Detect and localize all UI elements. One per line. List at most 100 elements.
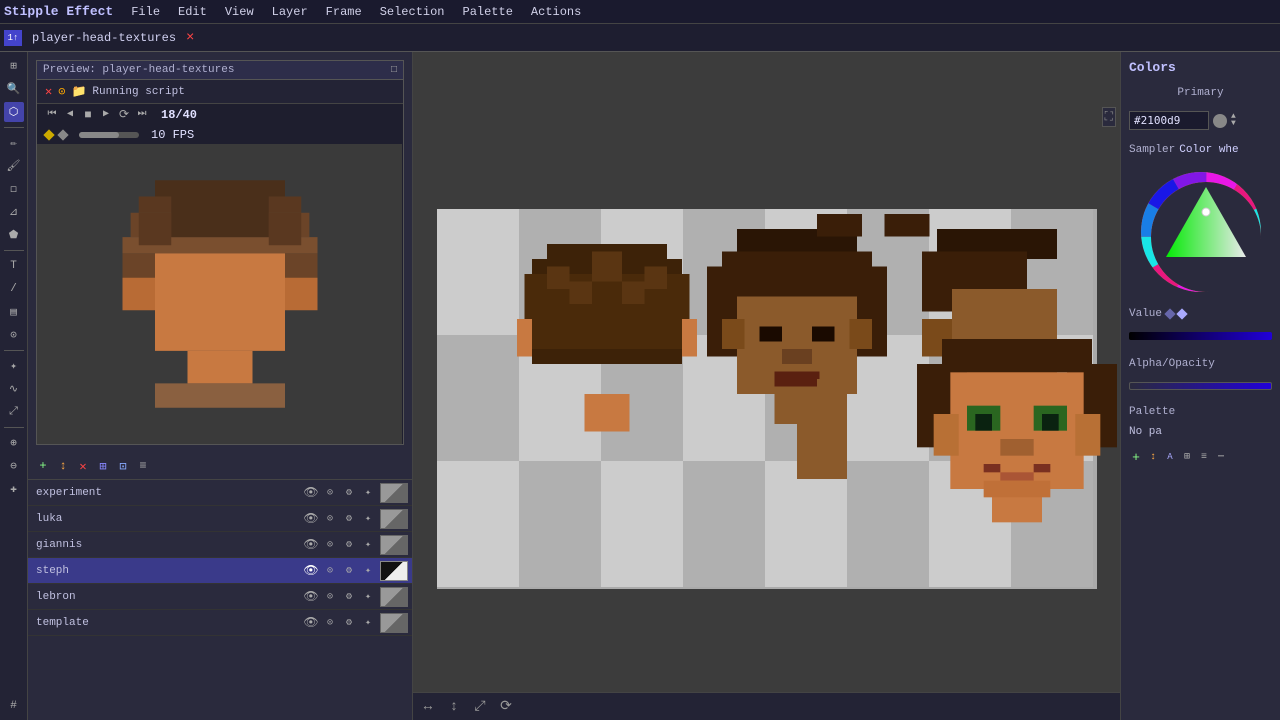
layer-vis-experiment[interactable]: 👁 bbox=[303, 485, 319, 501]
palette-dots-btn[interactable]: ⋯ bbox=[1214, 450, 1228, 464]
script-x-icon[interactable]: ✕ bbox=[45, 84, 52, 99]
layer-lock-giannis[interactable]: ⚙ bbox=[341, 537, 357, 553]
fps-slider[interactable] bbox=[79, 132, 139, 138]
layer-vis-lebron[interactable]: 👁 bbox=[303, 589, 319, 605]
color-hex-input[interactable] bbox=[1129, 111, 1209, 130]
main-canvas[interactable] bbox=[437, 209, 1097, 589]
color-arrow-down[interactable]: ▼ bbox=[1231, 121, 1236, 127]
menu-frame[interactable]: Frame bbox=[318, 3, 370, 21]
playback-first[interactable]: ⏮ bbox=[45, 108, 59, 122]
tool-eyedropper[interactable]: ⊙ bbox=[4, 325, 24, 345]
layer-link-giannis[interactable]: ⊙ bbox=[322, 537, 338, 553]
layer-vis-giannis[interactable]: 👁 bbox=[303, 537, 319, 553]
canvas-action-flipv[interactable]: ↕ bbox=[445, 698, 463, 716]
canvas-wrapper[interactable] bbox=[413, 107, 1120, 690]
tool-cross[interactable]: ✚ bbox=[4, 479, 24, 499]
tool-transform[interactable]: ⤢ bbox=[4, 402, 24, 422]
layer-add-button[interactable]: + bbox=[36, 459, 50, 473]
tool-brush[interactable]: 🖌 bbox=[4, 156, 24, 176]
palette-list-btn[interactable]: ≡ bbox=[1197, 450, 1211, 464]
layer-vis-steph[interactable]: 👁 bbox=[303, 563, 319, 579]
menu-selection[interactable]: Selection bbox=[372, 3, 453, 21]
tool-fill[interactable]: ⊿ bbox=[4, 202, 24, 222]
tool-line[interactable]: / bbox=[4, 279, 24, 299]
palette-auto-btn[interactable]: A bbox=[1163, 450, 1177, 464]
layer-link-luka[interactable]: ⊙ bbox=[322, 511, 338, 527]
layer-move-button[interactable]: ↕ bbox=[56, 459, 70, 473]
tool-eraser[interactable]: ◻ bbox=[4, 179, 24, 199]
layer-merge-button[interactable]: ⊞ bbox=[96, 459, 110, 473]
tool-subtract[interactable]: ⊖ bbox=[4, 456, 24, 476]
layer-link-template[interactable]: ⊙ bbox=[322, 615, 338, 631]
tool-select[interactable]: ⬡ bbox=[4, 102, 24, 122]
value-slider-bar[interactable] bbox=[1129, 332, 1272, 340]
layer-link-lebron[interactable]: ⊙ bbox=[322, 589, 338, 605]
palette-add-btn[interactable]: + bbox=[1129, 450, 1143, 464]
palette-sort-btn[interactable]: ↕ bbox=[1146, 450, 1160, 464]
alpha-slider-bar[interactable] bbox=[1129, 382, 1272, 390]
tool-pencil[interactable]: ✏ bbox=[4, 133, 24, 153]
playback-stop[interactable]: ■ bbox=[81, 108, 95, 122]
tool-gradient[interactable]: ▤ bbox=[4, 302, 24, 322]
script-folder-icon[interactable]: 📁 bbox=[71, 84, 86, 99]
canvas-expand-button[interactable]: ⛶ bbox=[1102, 107, 1116, 127]
layer-link-experiment[interactable]: ⊙ bbox=[322, 485, 338, 501]
layer-link-steph[interactable]: ⊙ bbox=[322, 563, 338, 579]
playback-last[interactable]: ⏭ bbox=[135, 108, 149, 122]
layer-lock-luka[interactable]: ⚙ bbox=[341, 511, 357, 527]
layer-row-steph[interactable]: steph 👁 ⊙ ⚙ ✦ bbox=[28, 558, 412, 584]
layer-fx-template[interactable]: ✦ bbox=[360, 615, 376, 631]
layer-fx-luka[interactable]: ✦ bbox=[360, 511, 376, 527]
tool-wand[interactable]: ✦ bbox=[4, 356, 24, 376]
playback-next[interactable]: ⟳ bbox=[117, 108, 131, 122]
tool-shape[interactable]: ⬟ bbox=[4, 225, 24, 245]
layer-row-luka[interactable]: luka 👁 ⊙ ⚙ ✦ bbox=[28, 506, 412, 532]
layer-row-giannis[interactable]: giannis 👁 ⊙ ⚙ ✦ bbox=[28, 532, 412, 558]
tab-label[interactable]: player-head-textures bbox=[26, 29, 182, 47]
menu-actions[interactable]: Actions bbox=[523, 3, 589, 21]
layer-vis-template[interactable]: 👁 bbox=[303, 615, 319, 631]
preview-canvas[interactable] bbox=[37, 144, 402, 444]
layer-row-lebron[interactable]: lebron 👁 ⊙ ⚙ ✦ bbox=[28, 584, 412, 610]
canvas-action-fliph[interactable]: ↔ bbox=[419, 698, 437, 716]
layer-fx-giannis[interactable]: ✦ bbox=[360, 537, 376, 553]
tab-close-button[interactable]: × bbox=[186, 30, 194, 46]
canvas-area[interactable]: ↔ ↕ ⤢ ⟳ ⛶ bbox=[413, 52, 1120, 720]
tool-zoom[interactable]: 🔍 bbox=[4, 79, 24, 99]
color-wheel-container[interactable] bbox=[1129, 172, 1272, 292]
menu-file[interactable]: File bbox=[123, 3, 168, 21]
layer-fx-steph[interactable]: ✦ bbox=[360, 563, 376, 579]
layer-lock-template[interactable]: ⚙ bbox=[341, 615, 357, 631]
tool-text[interactable]: T bbox=[4, 256, 24, 276]
canvas-action-rotate[interactable]: ⟳ bbox=[497, 698, 515, 716]
menu-view[interactable]: View bbox=[217, 3, 262, 21]
layer-row-experiment[interactable]: experiment 👁 ⊙ ⚙ ✦ bbox=[28, 480, 412, 506]
color-mode-circle[interactable] bbox=[1213, 114, 1227, 128]
layer-fx-lebron[interactable]: ✦ bbox=[360, 589, 376, 605]
menu-layer[interactable]: Layer bbox=[264, 3, 316, 21]
layer-lock-steph[interactable]: ⚙ bbox=[341, 563, 357, 579]
layer-row-template[interactable]: template 👁 ⊙ ⚙ ✦ bbox=[28, 610, 412, 636]
value-diamond-right[interactable] bbox=[1176, 308, 1187, 319]
layer-lock-experiment[interactable]: ⚙ bbox=[341, 485, 357, 501]
palette-grid-btn[interactable]: ⊞ bbox=[1180, 450, 1194, 464]
tool-move[interactable]: ⊞ bbox=[4, 56, 24, 76]
layer-fx-experiment[interactable]: ✦ bbox=[360, 485, 376, 501]
tool-add[interactable]: ⊕ bbox=[4, 433, 24, 453]
tool-grid-toggle[interactable]: # bbox=[4, 696, 24, 716]
layer-duplicate-button[interactable]: ⊡ bbox=[116, 459, 130, 473]
layer-vis-luka[interactable]: 👁 bbox=[303, 511, 319, 527]
menu-edit[interactable]: Edit bbox=[170, 3, 215, 21]
menu-palette[interactable]: Palette bbox=[455, 3, 521, 21]
playback-play[interactable]: ▶ bbox=[99, 108, 113, 122]
tool-lasso[interactable]: ∿ bbox=[4, 379, 24, 399]
layer-delete-button[interactable]: ✕ bbox=[76, 459, 90, 473]
canvas-action-expand[interactable]: ⤢ bbox=[471, 698, 489, 716]
color-wheel-svg[interactable] bbox=[1141, 172, 1261, 292]
value-diamond-left[interactable] bbox=[1164, 308, 1175, 319]
layer-lock-lebron[interactable]: ⚙ bbox=[341, 589, 357, 605]
preview-maximize-button[interactable]: □ bbox=[391, 65, 397, 76]
script-play-icon[interactable]: ⊙ bbox=[58, 84, 65, 99]
layer-options-button[interactable]: ≡ bbox=[136, 459, 150, 473]
playback-prev[interactable]: ◀ bbox=[63, 108, 77, 122]
